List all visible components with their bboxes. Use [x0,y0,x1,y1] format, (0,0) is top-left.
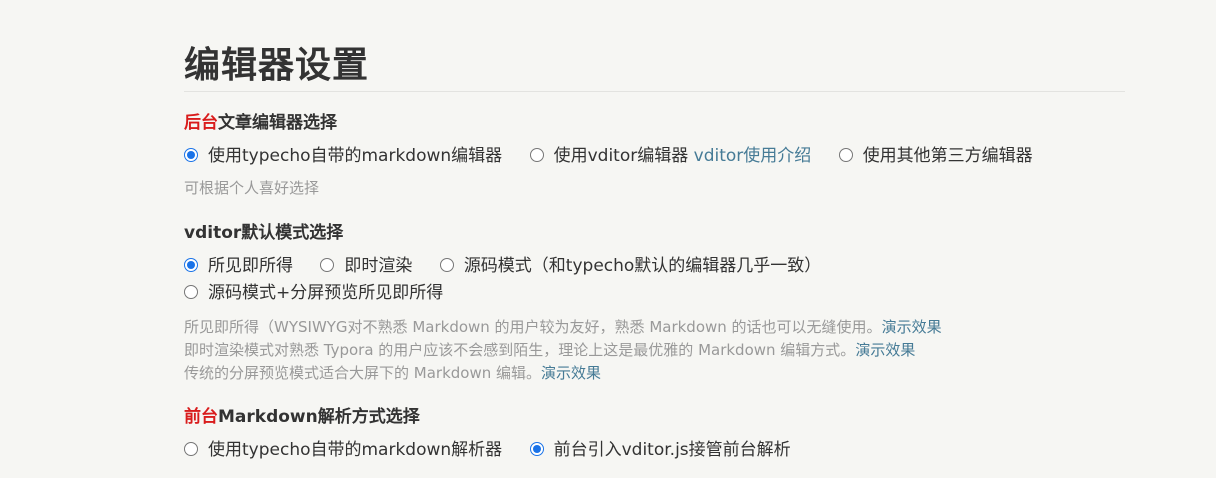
description-text: 传统的分屏预览模式适合大屏下的 Markdown 编辑。 [184,364,541,382]
radio-button[interactable] [320,258,335,272]
option-label: 使用typecho自带的markdown编辑器 [208,146,503,166]
option-typecho-parser[interactable]: 使用typecho自带的markdown解析器 [184,437,502,464]
frontend-parser-heading: 前台Markdown解析方式选择 [184,406,1125,428]
heading-text: Markdown解析方式选择 [218,407,420,427]
backend-editor-heading: 后台文章编辑器选择 [184,112,1125,134]
option-vditor-parser[interactable]: 前台引入vditor.js接管前台解析 [529,437,791,464]
description-line: 传统的分屏预览模式适合大屏下的 Markdown 编辑。演示效果 [184,362,1125,385]
vditor-intro-link[interactable]: vditor使用介绍 [694,146,812,166]
heading-accent: 前台 [184,407,218,427]
option-source-mode[interactable]: 源码模式（和typecho默认的编辑器几乎一致） [439,253,822,280]
vditor-mode-description: 所见即所得（WYSIWYG对不熟悉 Markdown 的用户较为友好，熟悉 Ma… [184,316,1125,385]
radio-button-checked[interactable] [529,442,544,456]
page-title: 编辑器设置 [184,45,370,86]
vditor-mode-section: vditor默认模式选择 所见即所得 即时渲染 源码模式（和typecho默认的… [184,222,1125,385]
demo-link[interactable]: 演示效果 [882,318,942,336]
frontend-parser-options: 使用typecho自带的markdown解析器 前台引入vditor.js接管前… [184,437,1125,464]
radio-button[interactable] [439,258,454,272]
heading-accent: 后台 [184,113,218,133]
settings-page: 编辑器设置 后台文章编辑器选择 使用typecho自带的markdown编辑器 … [184,0,1125,460]
description-text: 所见即所得（WYSIWYG对不熟悉 Markdown 的用户较为友好，熟悉 Ma… [184,318,882,336]
option-label: 前台引入vditor.js接管前台解析 [553,440,791,460]
option-third-party-editor[interactable]: 使用其他第三方编辑器 [838,143,1033,170]
radio-button[interactable] [529,148,544,162]
vditor-mode-options: 所见即所得 即时渲染 源码模式（和typecho默认的编辑器几乎一致） 源码模式… [184,253,1104,307]
option-label: 使用其他第三方编辑器 [862,146,1033,166]
demo-link[interactable]: 演示效果 [541,364,601,382]
radio-button[interactable] [184,442,198,456]
option-label: 源码模式（和typecho默认的编辑器几乎一致） [463,256,822,276]
backend-editor-options: 使用typecho自带的markdown编辑器 使用vditor编辑器 vdit… [184,143,1125,170]
radio-button-checked[interactable] [184,148,198,162]
description-line: 即时渲染模式对熟悉 Typora 的用户应该不会感到陌生，理论上这是最优雅的 M… [184,339,1125,362]
radio-button[interactable] [838,148,853,162]
option-label: 使用typecho自带的markdown解析器 [208,440,503,460]
option-split-preview[interactable]: 源码模式+分屏预览所见即所得 [184,280,443,307]
vditor-mode-heading: vditor默认模式选择 [184,223,344,243]
radio-button[interactable] [184,285,198,299]
option-label: 即时渲染 [344,256,413,276]
description-line: 所见即所得（WYSIWYG对不熟悉 Markdown 的用户较为友好，熟悉 Ma… [184,316,1125,339]
backend-editor-description: 可根据个人喜好选择 [184,179,320,197]
demo-link[interactable]: 演示效果 [855,341,915,359]
heading-text: 文章编辑器选择 [218,113,337,133]
option-instant-render[interactable]: 即时渲染 [320,253,412,280]
option-typecho-editor[interactable]: 使用typecho自带的markdown编辑器 [184,143,502,170]
title-divider [184,91,1125,92]
option-wysiwyg[interactable]: 所见即所得 [184,253,293,280]
option-vditor-editor[interactable]: 使用vditor编辑器 vditor使用介绍 [529,143,812,170]
radio-button-checked[interactable] [184,258,198,272]
option-label: 源码模式+分屏预览所见即所得 [208,283,444,303]
description-text: 即时渲染模式对熟悉 Typora 的用户应该不会感到陌生，理论上这是最优雅的 M… [184,341,856,359]
frontend-parser-section: 前台Markdown解析方式选择 使用typecho自带的markdown解析器… [184,406,1125,464]
backend-editor-section: 后台文章编辑器选择 使用typecho自带的markdown编辑器 使用vdit… [184,112,1125,200]
option-label: 所见即所得 [208,256,293,276]
option-label: 使用vditor编辑器 [553,146,689,166]
